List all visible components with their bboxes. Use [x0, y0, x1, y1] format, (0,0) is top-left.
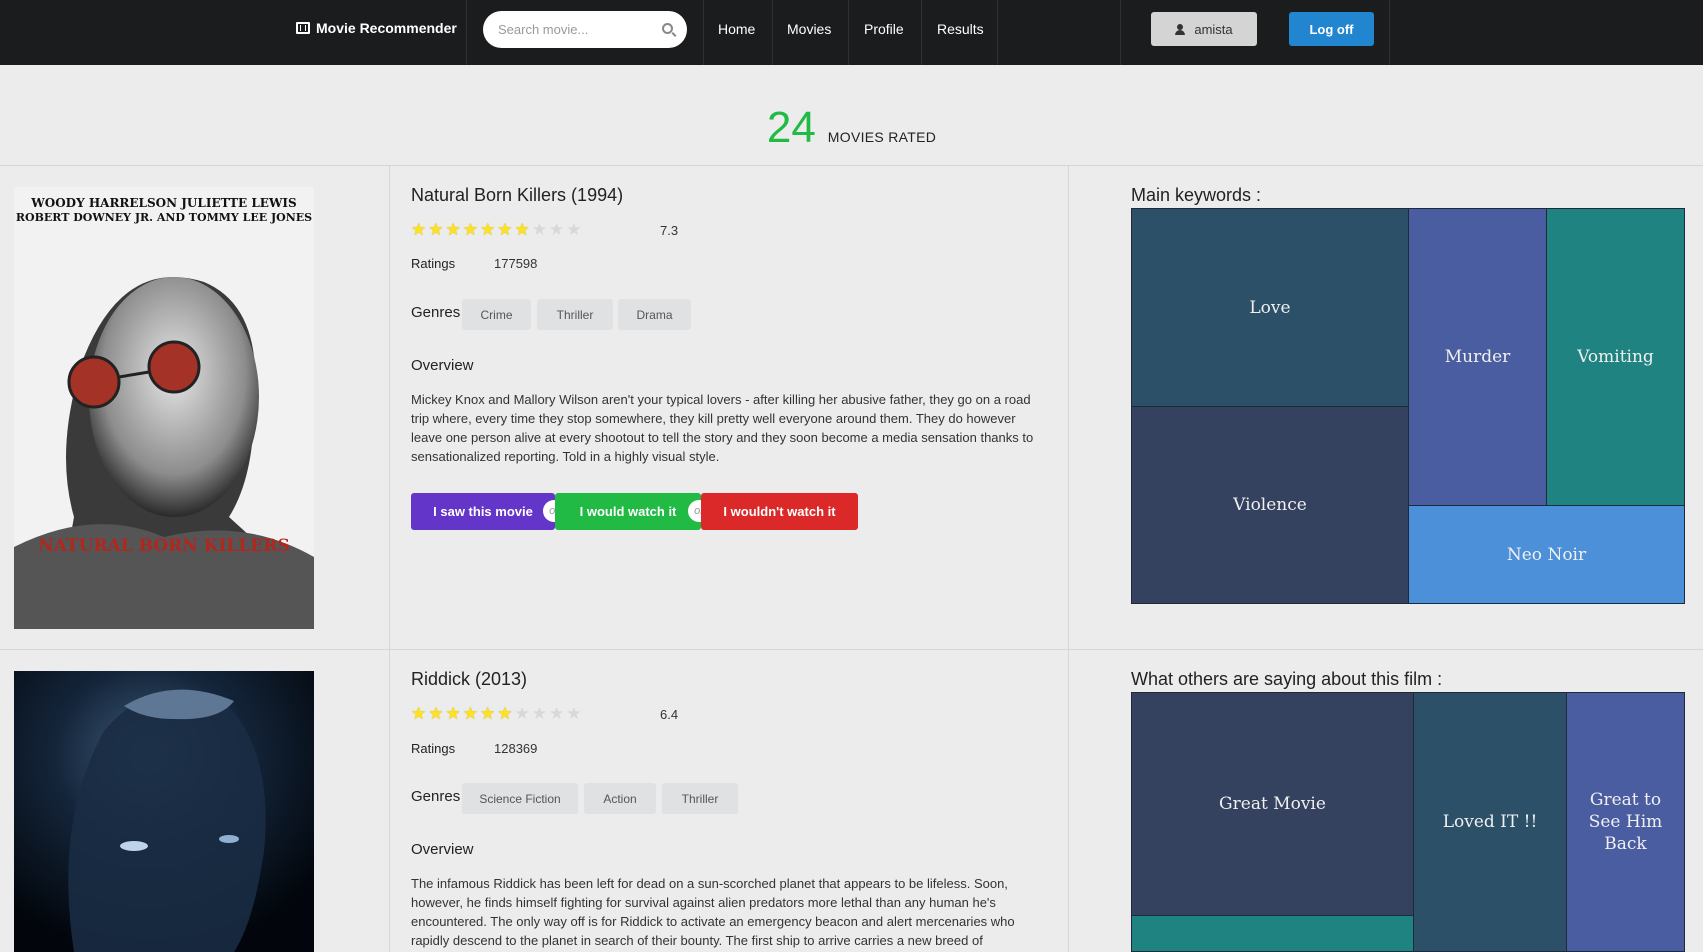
movie-poster[interactable] [14, 671, 314, 952]
star-icon[interactable]: ★ [463, 221, 478, 238]
wouldnt-watch-button[interactable]: I wouldn't watch it [701, 493, 858, 530]
star-icon[interactable]: ★ [497, 221, 512, 238]
would-watch-button[interactable]: I would watch it [555, 493, 701, 530]
star-icon[interactable]: ★ [549, 221, 564, 238]
keyword-cell[interactable]: Murder [1408, 208, 1547, 506]
review-cell[interactable] [1131, 915, 1414, 952]
star-icon[interactable]: ★ [497, 705, 512, 722]
star-icon[interactable]: ★ [428, 705, 443, 722]
nav-divider [703, 0, 704, 65]
ratings-count: 128369 [494, 741, 538, 756]
overview-text: Mickey Knox and Mallory Wilson aren't yo… [411, 392, 1034, 464]
genre-chip[interactable]: Science Fiction [462, 783, 578, 814]
search-box[interactable] [483, 11, 687, 48]
search-input[interactable] [498, 11, 658, 48]
column-divider [389, 165, 390, 952]
star-icon[interactable]: ★ [566, 221, 581, 238]
nav-divider [1120, 0, 1121, 65]
keyword-cell[interactable]: Neo Noir [1408, 505, 1685, 604]
nav-results[interactable]: Results [937, 21, 984, 37]
star-icon[interactable]: ★ [532, 705, 547, 722]
star-icon[interactable]: ★ [446, 705, 461, 722]
movie-title[interactable]: Natural Born Killers (1994) [411, 185, 623, 206]
genres-label: Genres [411, 788, 461, 805]
nav-divider [1389, 0, 1390, 65]
username: amista [1194, 21, 1233, 37]
star-icon[interactable]: ★ [428, 221, 443, 238]
keyword-cell[interactable]: Love [1131, 208, 1409, 407]
rating-value: 7.3 [660, 223, 679, 238]
column-divider [1068, 165, 1069, 952]
movie-title[interactable]: Riddick (2013) [411, 669, 527, 690]
poster-art: WOODY HARRELSON JULIETTE LEWIS ROBERT DO… [14, 187, 314, 629]
star-icon[interactable]: ★ [515, 221, 530, 238]
nav-divider [997, 0, 998, 65]
poster-title: NATURAL BORN KILLERS [38, 536, 290, 556]
nav-home[interactable]: Home [718, 21, 755, 37]
row-divider [0, 649, 1703, 650]
nav-divider [848, 0, 849, 65]
star-icon[interactable]: ★ [515, 705, 530, 722]
genre-chip[interactable]: Drama [618, 299, 691, 330]
poster-art [14, 671, 314, 952]
star-icon[interactable]: ★ [480, 705, 495, 722]
star-icon[interactable]: ★ [566, 705, 581, 722]
overview-heading: Overview [411, 841, 474, 858]
poster-cast-line1: WOODY HARRELSON JULIETTE LEWIS [30, 196, 296, 210]
poster-cast-line2: ROBERT DOWNEY JR. AND TOMMY LEE JONES [16, 211, 312, 224]
star-icon[interactable]: ★ [549, 705, 564, 722]
keyword-cell[interactable]: Violence [1131, 406, 1409, 604]
user-button[interactable]: amista [1151, 12, 1257, 46]
top-navbar: Movie Recommender Home Movies Profile Re… [0, 0, 1703, 65]
movies-rated-label: MOVIES RATED [827, 129, 937, 145]
star-rating: ★ ★ ★ ★ ★ ★ ★ ★ ★ ★ [411, 705, 582, 722]
nav-divider [466, 0, 467, 65]
movies-rated-statistic: 24 MOVIES RATED [0, 103, 1703, 153]
nav-movies[interactable]: Movies [787, 21, 831, 37]
brand[interactable]: Movie Recommender [296, 20, 457, 36]
star-icon[interactable]: ★ [411, 705, 426, 722]
user-icon [1175, 23, 1186, 35]
search-icon[interactable] [662, 23, 673, 34]
nav-divider [921, 0, 922, 65]
movies-rated-count: 24 [766, 103, 816, 152]
review-cell[interactable]: Great to See Him Back [1566, 692, 1685, 952]
nav-divider [772, 0, 773, 65]
review-cell[interactable]: Loved IT !! [1413, 692, 1567, 952]
overview-heading: Overview [411, 357, 474, 374]
logoff-button[interactable]: Log off [1289, 12, 1374, 46]
ratings-count: 177598 [494, 256, 538, 271]
genre-chip[interactable]: Thriller [537, 299, 613, 330]
ratings-label: Ratings [411, 741, 456, 756]
genre-chip[interactable]: Action [584, 783, 656, 814]
movie-poster[interactable]: WOODY HARRELSON JULIETTE LEWIS ROBERT DO… [14, 187, 314, 629]
genre-chip[interactable]: Thriller [662, 783, 738, 814]
star-rating: ★ ★ ★ ★ ★ ★ ★ ★ ★ ★ [411, 221, 582, 238]
genre-chip[interactable]: Crime [462, 299, 531, 330]
star-icon[interactable]: ★ [411, 221, 426, 238]
reviews-title: What others are saying about this film : [1131, 669, 1443, 689]
row-divider [0, 165, 1703, 166]
review-cell[interactable]: Great Movie [1131, 692, 1414, 916]
genres-label: Genres [411, 304, 461, 321]
star-icon[interactable]: ★ [463, 705, 478, 722]
brand-label: Movie Recommender [316, 20, 457, 36]
overview-text: The infamous Riddick has been left for d… [411, 876, 1015, 948]
nav-profile[interactable]: Profile [864, 21, 904, 37]
rating-value: 6.4 [660, 707, 679, 722]
star-icon[interactable]: ★ [446, 221, 461, 238]
keywords-title: Main keywords : [1131, 185, 1262, 205]
saw-movie-button[interactable]: I saw this movie [411, 493, 555, 530]
star-icon[interactable]: ★ [480, 221, 495, 238]
ratings-label: Ratings [411, 256, 456, 271]
keyword-cell[interactable]: Vomiting [1546, 208, 1685, 506]
film-icon [296, 22, 310, 34]
star-icon[interactable]: ★ [532, 221, 547, 238]
